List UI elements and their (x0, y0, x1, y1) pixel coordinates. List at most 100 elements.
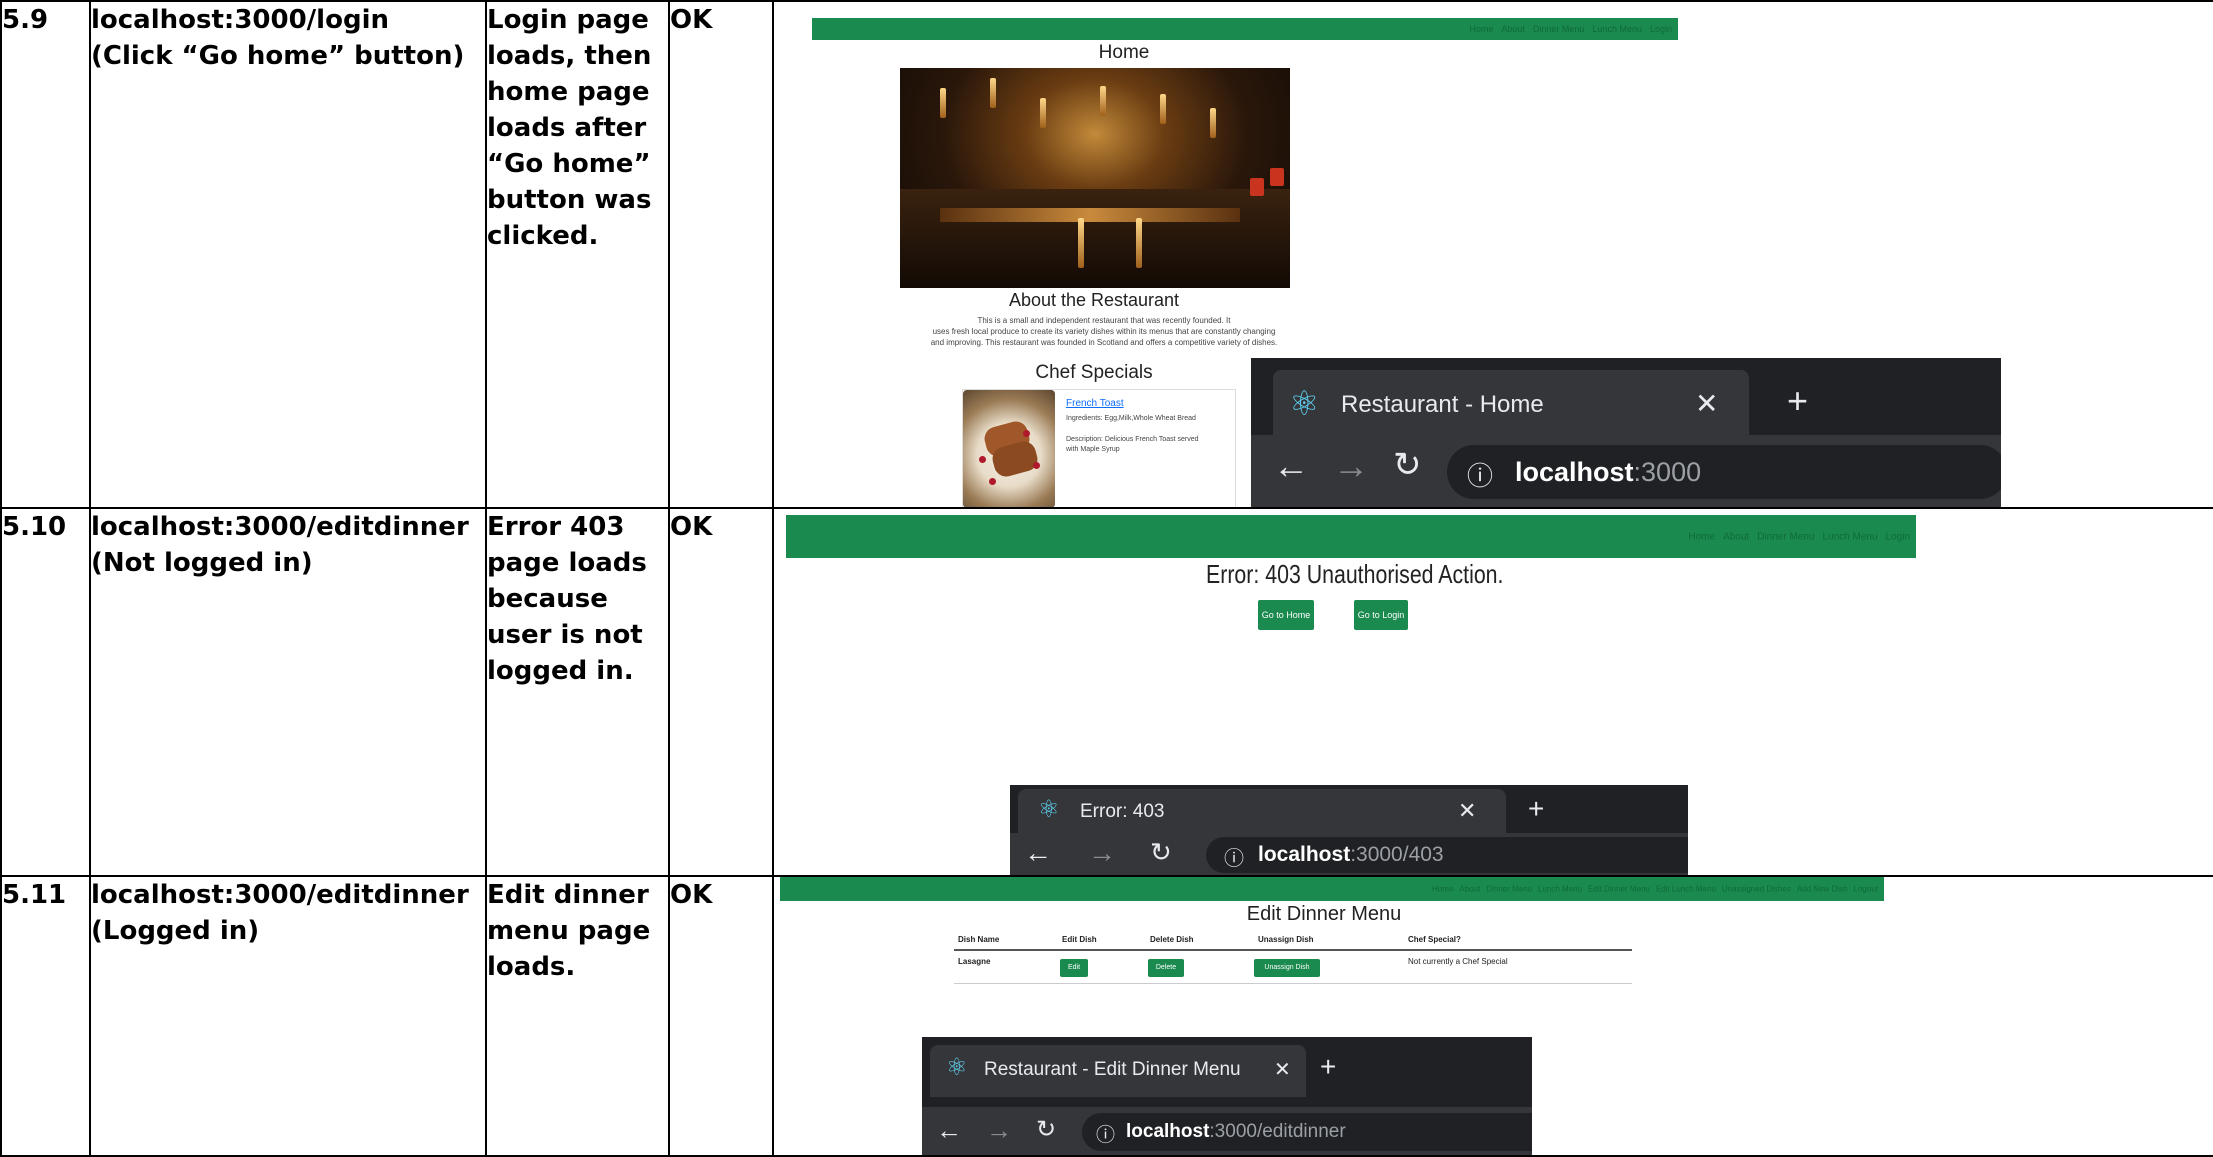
nav-link-dinner-menu[interactable]: Dinner Menu (1533, 24, 1585, 34)
screenshot-cell: Home About Dinner Menu Lunch Menu Login … (772, 507, 2213, 877)
dish-ingredients: Ingredients: Egg,Milk,Whole Wheat Bread (1066, 415, 1196, 422)
browser-toolbar: ← → ↻ ⓘ localhost:3000/editdinner (922, 1107, 1532, 1154)
address-url: localhost:3000 (1515, 457, 1702, 487)
col-header: Unassign Dish (1258, 935, 1314, 944)
back-icon[interactable]: ← (1024, 837, 1052, 869)
nav-link-add-new-dish[interactable]: Add New Dish (1797, 885, 1848, 894)
go-home-button[interactable]: Go to Home (1258, 600, 1314, 630)
nav-link-home[interactable]: Home (1469, 24, 1493, 34)
test-url-cell: localhost:3000/editdinner (Logged in) (89, 875, 487, 1157)
about-line: uses fresh local produce to create its v… (932, 327, 1276, 336)
new-tab-icon[interactable]: + (1528, 793, 1544, 825)
new-tab-icon[interactable]: + (1320, 1051, 1336, 1083)
info-icon: ⓘ (1224, 848, 1244, 870)
site-navbar: Home About Dinner Menu Lunch Menu Login (786, 515, 1916, 558)
test-id: 5.9 (0, 0, 91, 509)
chef-special-status: Not currently a Chef Special (1408, 957, 1508, 966)
react-icon: ⚛ (946, 1054, 968, 1081)
dish-name: Lasagne (958, 957, 991, 966)
browser-tab[interactable]: ⚛ Restaurant - Edit Dinner Menu ✕ (930, 1045, 1306, 1097)
nav-link-edit-lunch-menu[interactable]: Edit Lunch Menu (1656, 885, 1716, 894)
nav-link-login[interactable]: Login (1886, 531, 1910, 542)
screenshot-cell: Home About Dinner Menu Lunch Menu Edit D… (772, 875, 2213, 1157)
browser-toolbar: ← → ↻ ⓘ localhost:3000/403 (1010, 833, 1688, 874)
expected-result: Error 403 page loads because user is not… (485, 507, 670, 877)
nav-link-unassigned-dishes[interactable]: Unassigned Dishes (1722, 885, 1791, 894)
nav-link-home[interactable]: Home (1688, 531, 1715, 542)
nav-link-about[interactable]: About (1459, 885, 1480, 894)
about-heading: About the Restaurant (1008, 290, 1180, 310)
edit-button[interactable]: Edit (1060, 959, 1088, 977)
browser-tab[interactable]: ⚛ Error: 403 ✕ (1018, 789, 1506, 833)
about-text: This is a small and independent restaura… (864, 315, 1344, 348)
nav-link-lunch-menu[interactable]: Lunch Menu (1822, 531, 1877, 542)
forward-icon[interactable]: → (1333, 445, 1369, 487)
about-line: This is a small and independent restaura… (977, 316, 1231, 325)
dish-link[interactable]: French Toast (1066, 398, 1124, 409)
site-navbar: Home About Dinner Menu Lunch Menu Login (812, 18, 1678, 40)
close-icon[interactable]: ✕ (1695, 387, 1718, 420)
forward-icon[interactable]: → (1088, 837, 1116, 869)
back-icon[interactable]: ← (1273, 445, 1309, 487)
col-header: Delete Dish (1150, 935, 1194, 944)
about-line: and improving. This restaurant was found… (930, 338, 1278, 347)
new-tab-icon[interactable]: + (1787, 380, 1808, 422)
forward-icon[interactable]: → (986, 1115, 1012, 1146)
page-heading: Edit Dinner Menu (1246, 903, 1402, 925)
browser-window: ⚛ Restaurant - Home ✕ + ← → ↻ ⓘ localhos… (1251, 358, 2001, 506)
nav-link-lunch-menu[interactable]: Lunch Menu (1538, 885, 1582, 894)
address-bar[interactable]: ⓘ localhost:3000 (1447, 445, 2001, 499)
nav-link-home[interactable]: Home (1432, 885, 1453, 894)
info-icon: ⓘ (1467, 461, 1494, 491)
nav-link-logout[interactable]: Logout (1854, 885, 1878, 894)
screenshot-cell: Home About Dinner Menu Lunch Menu Login … (772, 0, 2213, 509)
browser-window: ⚛ Error: 403 ✕ + ← → ↻ ⓘ localhost:3000/… (1010, 785, 1688, 874)
test-url: localhost:3000/editdinner (91, 512, 469, 542)
table-row: 5.9 localhost:3000/login (Click “Go home… (0, 0, 2213, 509)
go-login-button[interactable]: Go to Login (1354, 600, 1408, 630)
expected-result: Edit dinner menu page loads. (485, 875, 670, 1157)
close-icon[interactable]: ✕ (1458, 798, 1476, 824)
table-row: 5.10 localhost:3000/editdinner (Not logg… (0, 507, 2213, 877)
dish-description: Description: Delicious French Toast serv… (1066, 436, 1199, 443)
back-icon[interactable]: ← (936, 1115, 962, 1146)
actual-result: OK (668, 875, 774, 1157)
nav-link-lunch-menu[interactable]: Lunch Menu (1592, 24, 1642, 34)
react-icon: ⚛ (1289, 385, 1320, 423)
nav-link-dinner-menu[interactable]: Dinner Menu (1486, 885, 1532, 894)
expected-result: Login page loads, then home page loads a… (485, 0, 670, 509)
nav-link-dinner-menu[interactable]: Dinner Menu (1757, 531, 1814, 542)
tab-title: Error: 403 (1080, 801, 1165, 822)
nav-link-about[interactable]: About (1723, 531, 1749, 542)
delete-button[interactable]: Delete (1148, 959, 1184, 977)
browser-tab[interactable]: ⚛ Restaurant - Home ✕ (1273, 370, 1749, 438)
address-bar[interactable]: ⓘ localhost:3000/editdinner (1082, 1113, 1532, 1151)
reload-icon[interactable]: ↻ (1036, 1115, 1056, 1144)
test-url: localhost:3000/editdinner (91, 880, 469, 910)
col-header: Chef Special? (1408, 935, 1461, 944)
address-url: localhost:3000/editdinner (1126, 1121, 1346, 1142)
specials-heading: Chef Specials (1035, 362, 1153, 383)
reload-icon[interactable]: ↻ (1393, 445, 1422, 485)
french-toast-photo (963, 390, 1055, 506)
address-bar[interactable]: ⓘ localhost:3000/403 (1206, 837, 1688, 873)
nav-link-about[interactable]: About (1501, 24, 1525, 34)
tab-title: Restaurant - Home (1341, 391, 1544, 418)
reload-icon[interactable]: ↻ (1150, 837, 1172, 868)
close-icon[interactable]: ✕ (1274, 1057, 1291, 1082)
col-header: Dish Name (958, 935, 1000, 944)
browser-toolbar: ← → ↻ ⓘ localhost:3000 (1251, 435, 2001, 506)
test-url-cell: localhost:3000/login (Click “Go home” bu… (89, 0, 487, 509)
address-url: localhost:3000/403 (1258, 843, 1444, 866)
actual-result: OK (668, 0, 774, 509)
restaurant-photo (900, 68, 1290, 288)
nav-link-login[interactable]: Login (1650, 24, 1672, 34)
info-icon: ⓘ (1096, 1125, 1116, 1146)
test-id: 5.11 (0, 875, 91, 1157)
test-note: (Click “Go home” button) (91, 41, 465, 71)
home-heading: Home (1098, 42, 1150, 63)
unassign-button[interactable]: Unassign Dish (1254, 959, 1320, 977)
test-note: (Not logged in) (91, 548, 313, 578)
test-url-cell: localhost:3000/editdinner (Not logged in… (89, 507, 487, 877)
nav-link-edit-dinner-menu[interactable]: Edit Dinner Menu (1588, 885, 1650, 894)
